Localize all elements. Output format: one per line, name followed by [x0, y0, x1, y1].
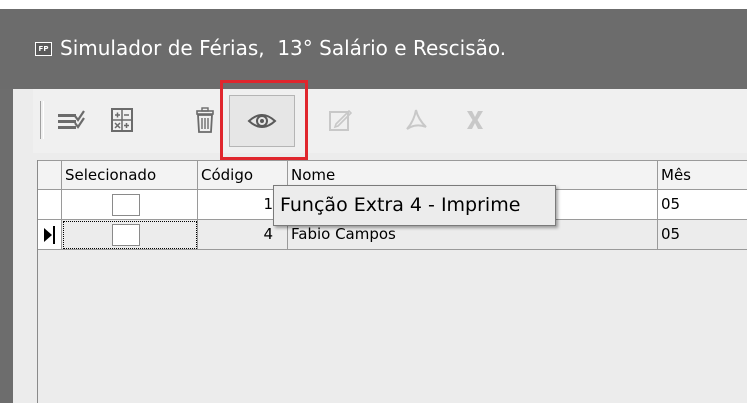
select-checkbox[interactable] — [112, 194, 140, 216]
mes-cell[interactable]: 05 — [658, 190, 747, 220]
toolbar — [33, 89, 747, 153]
window-title: Simulador de Férias, 13° Salário e Resci… — [60, 36, 507, 60]
cursor-bar — [53, 226, 55, 244]
current-row-arrow-icon — [44, 228, 52, 242]
delete-button[interactable] — [183, 99, 227, 141]
grid-empty-area[interactable] — [38, 250, 747, 403]
pdf-icon — [406, 109, 427, 130]
mes-cell[interactable]: 05 — [658, 220, 747, 250]
selecionado-cell[interactable] — [62, 220, 198, 250]
calculator-button[interactable] — [100, 99, 144, 141]
column-header-mes[interactable]: Mês — [658, 160, 747, 190]
title-bar: FP Simulador de Férias, 13° Salário e Re… — [0, 9, 747, 89]
tooltip: Função Extra 4 - Imprime — [273, 185, 556, 226]
trash-icon — [196, 107, 214, 133]
pdf-button[interactable] — [395, 99, 439, 141]
row-indicator[interactable] — [38, 220, 62, 250]
print-button[interactable] — [229, 95, 295, 147]
select-all-button[interactable] — [49, 99, 93, 141]
edit-button[interactable] — [318, 99, 362, 141]
header-indicator — [38, 160, 62, 190]
select-checkbox[interactable] — [112, 224, 140, 246]
eye-icon — [247, 114, 277, 128]
column-header-selecionado[interactable]: Selecionado — [62, 160, 198, 190]
excel-button[interactable] — [453, 99, 497, 141]
calculator-icon — [111, 108, 133, 132]
excel-icon — [467, 111, 483, 129]
selecionado-cell[interactable] — [62, 190, 198, 220]
top-margin — [0, 0, 747, 9]
app-icon: FP — [35, 42, 52, 56]
toolbar-grip[interactable] — [40, 101, 44, 139]
edit-icon — [329, 109, 353, 131]
select-all-icon — [58, 110, 85, 129]
row-indicator[interactable] — [38, 190, 62, 220]
